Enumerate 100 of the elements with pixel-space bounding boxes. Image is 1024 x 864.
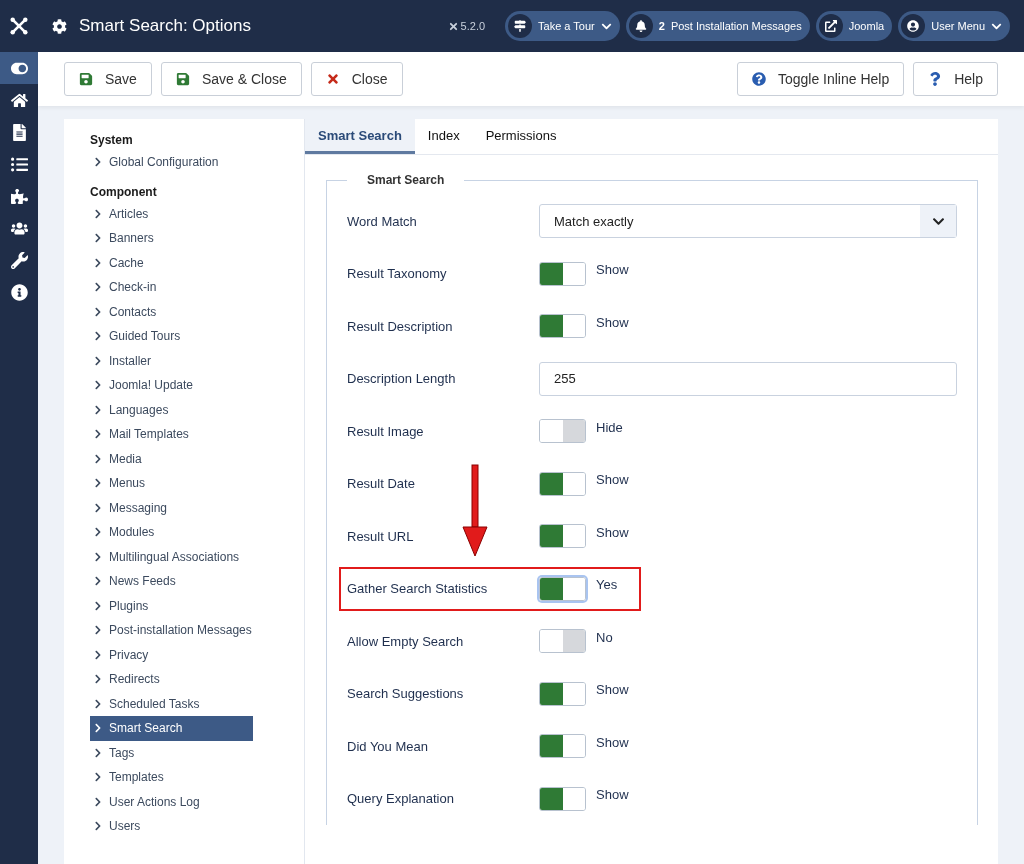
sidebar-item[interactable]: Plugins (90, 593, 253, 618)
toggle-value: Show (596, 314, 629, 330)
chevron-right-icon (93, 233, 103, 244)
toggle-switch[interactable] (539, 786, 586, 811)
chevron-right-icon (93, 772, 103, 783)
field-label: Result Taxonomy (347, 266, 448, 282)
chevron-right-icon (93, 404, 103, 415)
sidebar-item[interactable]: Banners (90, 226, 253, 251)
chevron-right-icon (93, 723, 103, 734)
chevron-right-icon (93, 306, 103, 317)
chevron-right-icon (93, 674, 103, 685)
field-label: Description Length (347, 371, 457, 387)
header-button[interactable]: Take a Tour (505, 11, 620, 41)
toolbar-button[interactable]: Save & Close (160, 62, 302, 96)
header-button[interactable]: User Menu (898, 11, 1010, 41)
sidebar-heading: Component (90, 184, 158, 199)
toggle-value: Show (596, 734, 629, 750)
sidebar-item[interactable]: Global Configuration (90, 150, 253, 175)
tab[interactable]: Smart Search (305, 119, 415, 154)
toggle-value: Show (596, 524, 629, 540)
toolbar-button[interactable]: Help (913, 62, 998, 96)
chevron-right-icon (93, 600, 103, 611)
field-label: Query Explanation (347, 791, 455, 807)
chevron-right-icon (93, 576, 103, 587)
header-button[interactable]: 2 Post Installation Messages (625, 11, 810, 41)
sidebar-item[interactable]: Post-installation Messages (90, 618, 253, 643)
toggle-switch[interactable] (539, 629, 586, 654)
toggle-switch[interactable] (539, 681, 586, 706)
input-field[interactable]: 255 (539, 361, 957, 396)
chevron-right-icon (93, 502, 103, 513)
chevron-right-icon (93, 453, 103, 464)
toggle-switch[interactable] (539, 419, 586, 444)
save-icon (175, 72, 190, 86)
sidebar-item[interactable]: Users (90, 814, 253, 839)
chevron-right-icon (93, 527, 103, 538)
chevron-right-icon (93, 380, 103, 391)
close-icon (325, 72, 340, 86)
toggle-switch[interactable] (539, 261, 586, 286)
sidebar-item[interactable]: Cache (90, 250, 253, 275)
sidebar-heading: System (90, 133, 134, 147)
toggle-value: Yes (596, 577, 618, 593)
save-icon (79, 72, 93, 86)
sidebar-item[interactable]: Tags (90, 740, 253, 765)
sidebar-item[interactable]: Articles (90, 201, 253, 226)
sidebar-item[interactable]: Joomla! Update (90, 373, 253, 398)
toggle-switch[interactable] (539, 734, 586, 759)
chevron-right-icon (93, 355, 103, 366)
toolbar-button[interactable]: Save (64, 62, 152, 96)
fieldset-legend: Smart Search (347, 173, 465, 187)
select-field[interactable]: Match exactly (539, 204, 957, 239)
sidebar-item[interactable]: Templates (90, 765, 253, 790)
bell-icon (634, 20, 647, 32)
toggle-switch[interactable] (539, 524, 586, 549)
sidebar-item[interactable]: News Feeds (90, 569, 253, 594)
sidebar-item[interactable]: Menus (90, 471, 253, 496)
chevron-right-icon (93, 157, 103, 168)
toolbar-button[interactable]: Close (310, 62, 403, 96)
field-label: Gather Search Statistics (347, 581, 489, 597)
toggle-value: Show (596, 262, 629, 278)
chevron-right-icon (93, 625, 103, 636)
chevron-right-icon (93, 257, 103, 268)
sidebar-item[interactable]: Languages (90, 397, 253, 422)
field-label: Search Suggestions (347, 686, 465, 702)
field-label: Result URL (347, 528, 415, 544)
sidebar-item[interactable]: Media (90, 446, 253, 471)
sidebar-item[interactable]: Guided Tours (90, 324, 253, 349)
chevron-right-icon (93, 282, 103, 293)
field-label: Result Description (347, 318, 454, 334)
toolbar-button[interactable]: Toggle Inline Help (736, 62, 905, 96)
chevron-right-icon (93, 208, 103, 219)
sidebar-item[interactable]: Smart Search (90, 716, 253, 741)
header-button[interactable]: Joomla (815, 11, 893, 41)
sidebar-item[interactable]: Privacy (90, 642, 253, 667)
sidebar-item[interactable]: Messaging (90, 495, 253, 520)
sidebar-item[interactable]: User Actions Log (90, 789, 253, 814)
chevron-right-icon (93, 551, 103, 562)
toggle-switch[interactable] (539, 576, 586, 601)
external-link-icon (824, 20, 837, 32)
field-label: Did You Mean (347, 738, 429, 754)
chevron-right-icon (93, 821, 103, 832)
sidebar-item[interactable]: Check-in (90, 275, 253, 300)
toggle-switch[interactable] (539, 314, 586, 339)
toggle-icon[interactable] (0, 52, 38, 84)
field-label: Result Image (347, 423, 425, 439)
toggle-switch[interactable] (539, 471, 586, 496)
version-label: 5.2.0 (460, 20, 486, 32)
chevron-right-icon (93, 478, 103, 489)
sidebar-item[interactable]: Mail Templates (90, 422, 253, 447)
sidebar-item[interactable]: Installer (90, 348, 253, 373)
sidebar-item[interactable]: Multilingual Associations (90, 544, 253, 569)
sidebar-item[interactable]: Contacts (90, 299, 253, 324)
sidebar-item[interactable]: Modules (90, 520, 253, 545)
field-label: Result Date (347, 476, 416, 492)
chevron-right-icon (93, 331, 103, 342)
toggle-value: Hide (596, 419, 623, 435)
help-icon (751, 72, 766, 86)
sidebar-item[interactable]: Redirects (90, 667, 253, 692)
field-label: Word Match (347, 213, 418, 229)
sidebar-item[interactable]: Scheduled Tasks (90, 691, 253, 716)
chevron-right-icon (93, 747, 103, 758)
